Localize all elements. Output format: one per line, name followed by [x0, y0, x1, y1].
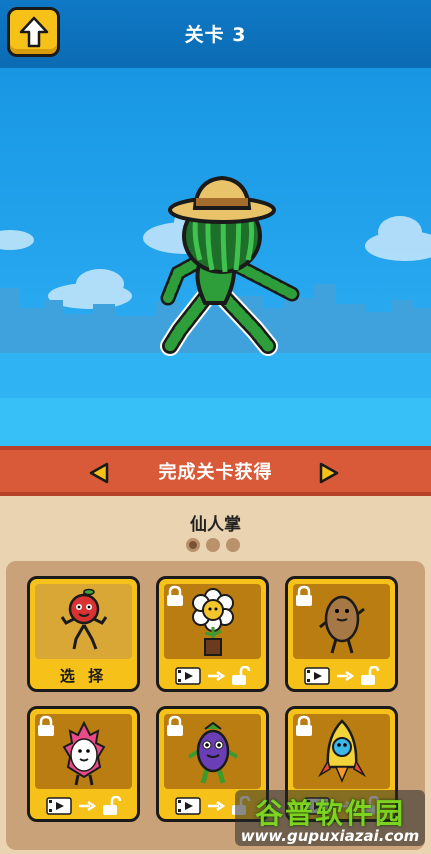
lock-icon [38, 715, 54, 736]
banana-rocket-character-icon [317, 719, 367, 783]
video-icon [303, 666, 330, 685]
lock-icon [296, 585, 312, 606]
page-dot[interactable] [206, 538, 220, 552]
flower-character-icon [192, 588, 234, 656]
unlock-icon [102, 795, 121, 815]
reward-banner: 完成关卡获得 [0, 446, 431, 496]
watermark-url: www.gupuxiazai.com [240, 827, 420, 845]
arrow-right-icon [207, 670, 225, 681]
triangle-right-icon[interactable] [318, 461, 340, 485]
video-icon [174, 796, 201, 815]
unlock-icon [231, 665, 250, 685]
arrow-right-icon [207, 800, 225, 811]
top-bar: 关卡 3 [0, 0, 431, 68]
apple-character-icon [60, 588, 108, 650]
video-unlock[interactable] [45, 795, 122, 816]
level-scene [0, 68, 431, 446]
character-card-potato[interactable] [285, 576, 398, 692]
lock-icon [167, 585, 183, 606]
video-unlock[interactable] [303, 665, 380, 686]
page-dot[interactable] [226, 538, 240, 552]
video-icon [45, 796, 72, 815]
triangle-left-icon[interactable] [88, 461, 110, 485]
character-name: 仙人掌 [190, 515, 241, 535]
lock-icon [296, 715, 312, 736]
dragonfruit-character-icon [62, 720, 106, 786]
arrow-right-icon [336, 670, 354, 681]
video-icon [174, 666, 201, 685]
unlock-icon [360, 665, 379, 685]
character-card-flower[interactable] [156, 576, 269, 692]
arrow-right-icon [78, 800, 96, 811]
video-unlock[interactable] [174, 665, 251, 686]
level-title: 关卡 3 [184, 24, 247, 46]
eggplant-character-icon [187, 721, 239, 784]
lock-icon [167, 715, 183, 736]
select-button[interactable]: 选 择 [60, 665, 107, 686]
page-indicator [186, 538, 240, 552]
page-dot-active[interactable] [186, 538, 200, 552]
character-card-dragonfruit[interactable] [27, 706, 140, 822]
banner-text: 完成关卡获得 [158, 462, 273, 483]
potato-character-icon [319, 595, 365, 654]
watermark-title: 谷普软件园 [254, 797, 405, 830]
character-card-apple[interactable]: 选 择 [27, 576, 140, 692]
site-watermark: 谷普软件园 www.gupuxiazai.com [235, 790, 425, 846]
